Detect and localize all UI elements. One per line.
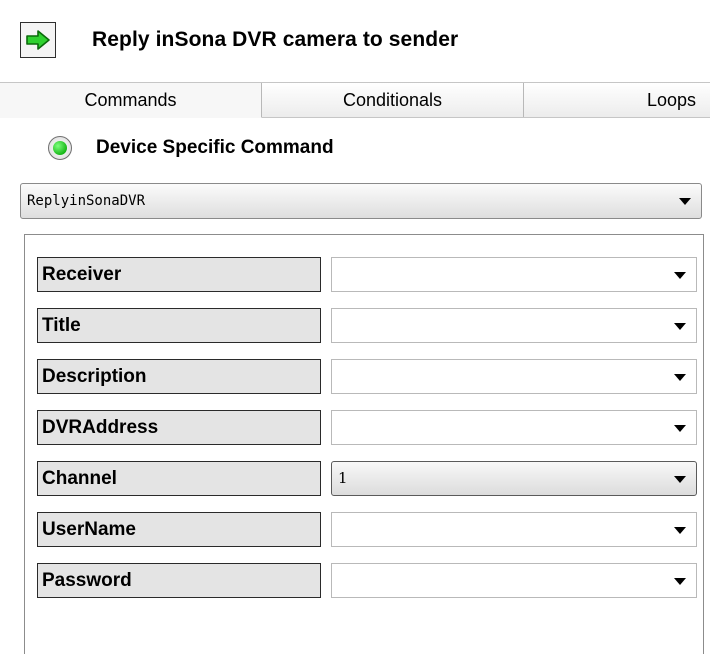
param-row-password: Password	[37, 563, 697, 598]
param-row-channel: Channel 1	[37, 461, 697, 496]
command-dropdown[interactable]: ReplyinSonaDVR	[20, 183, 702, 219]
tab-bar: Commands Conditionals Loops	[0, 82, 710, 118]
param-row-title: Title	[37, 308, 697, 343]
chevron-down-icon[interactable]	[674, 373, 686, 381]
username-dropdown[interactable]	[331, 512, 697, 547]
tab-conditionals[interactable]: Conditionals	[262, 83, 524, 117]
chevron-down-icon[interactable]	[674, 424, 686, 432]
tab-commands[interactable]: Commands	[0, 83, 262, 118]
command-dropdown-value: ReplyinSonaDVR	[27, 193, 146, 209]
green-arrow-icon	[26, 30, 50, 50]
param-label: Receiver	[37, 257, 321, 292]
param-label: Title	[37, 308, 321, 343]
action-title: Reply inSona DVR camera to sender	[92, 28, 459, 51]
param-label: Password	[37, 563, 321, 598]
param-label: Channel	[37, 461, 321, 496]
param-row-description: Description	[37, 359, 697, 394]
param-label: UserName	[37, 512, 321, 547]
param-row-receiver: Receiver	[37, 257, 697, 292]
radio-label: Device Specific Command	[96, 137, 334, 158]
title-dropdown[interactable]	[331, 308, 697, 343]
chevron-down-icon[interactable]	[679, 198, 691, 205]
tab-loops[interactable]: Loops	[524, 83, 710, 117]
password-dropdown[interactable]	[331, 563, 697, 598]
chevron-down-icon[interactable]	[674, 475, 686, 483]
channel-dropdown[interactable]: 1	[331, 461, 697, 496]
chevron-down-icon[interactable]	[674, 322, 686, 330]
param-label: Description	[37, 359, 321, 394]
chevron-down-icon[interactable]	[674, 577, 686, 585]
parameters-panel: Receiver Title Description DVRAddress Ch…	[24, 234, 704, 654]
dvr-address-dropdown[interactable]	[331, 410, 697, 445]
param-value: 1	[338, 469, 348, 487]
param-row-username: UserName	[37, 512, 697, 547]
param-label: DVRAddress	[37, 410, 321, 445]
radio-button[interactable]	[48, 136, 72, 160]
radio-selected-dot	[53, 141, 67, 155]
run-action-button[interactable]	[20, 22, 56, 58]
chevron-down-icon[interactable]	[674, 271, 686, 279]
chevron-down-icon[interactable]	[674, 526, 686, 534]
action-header: Reply inSona DVR camera to sender	[20, 22, 700, 58]
receiver-dropdown[interactable]	[331, 257, 697, 292]
param-row-dvr-address: DVRAddress	[37, 410, 697, 445]
description-dropdown[interactable]	[331, 359, 697, 394]
